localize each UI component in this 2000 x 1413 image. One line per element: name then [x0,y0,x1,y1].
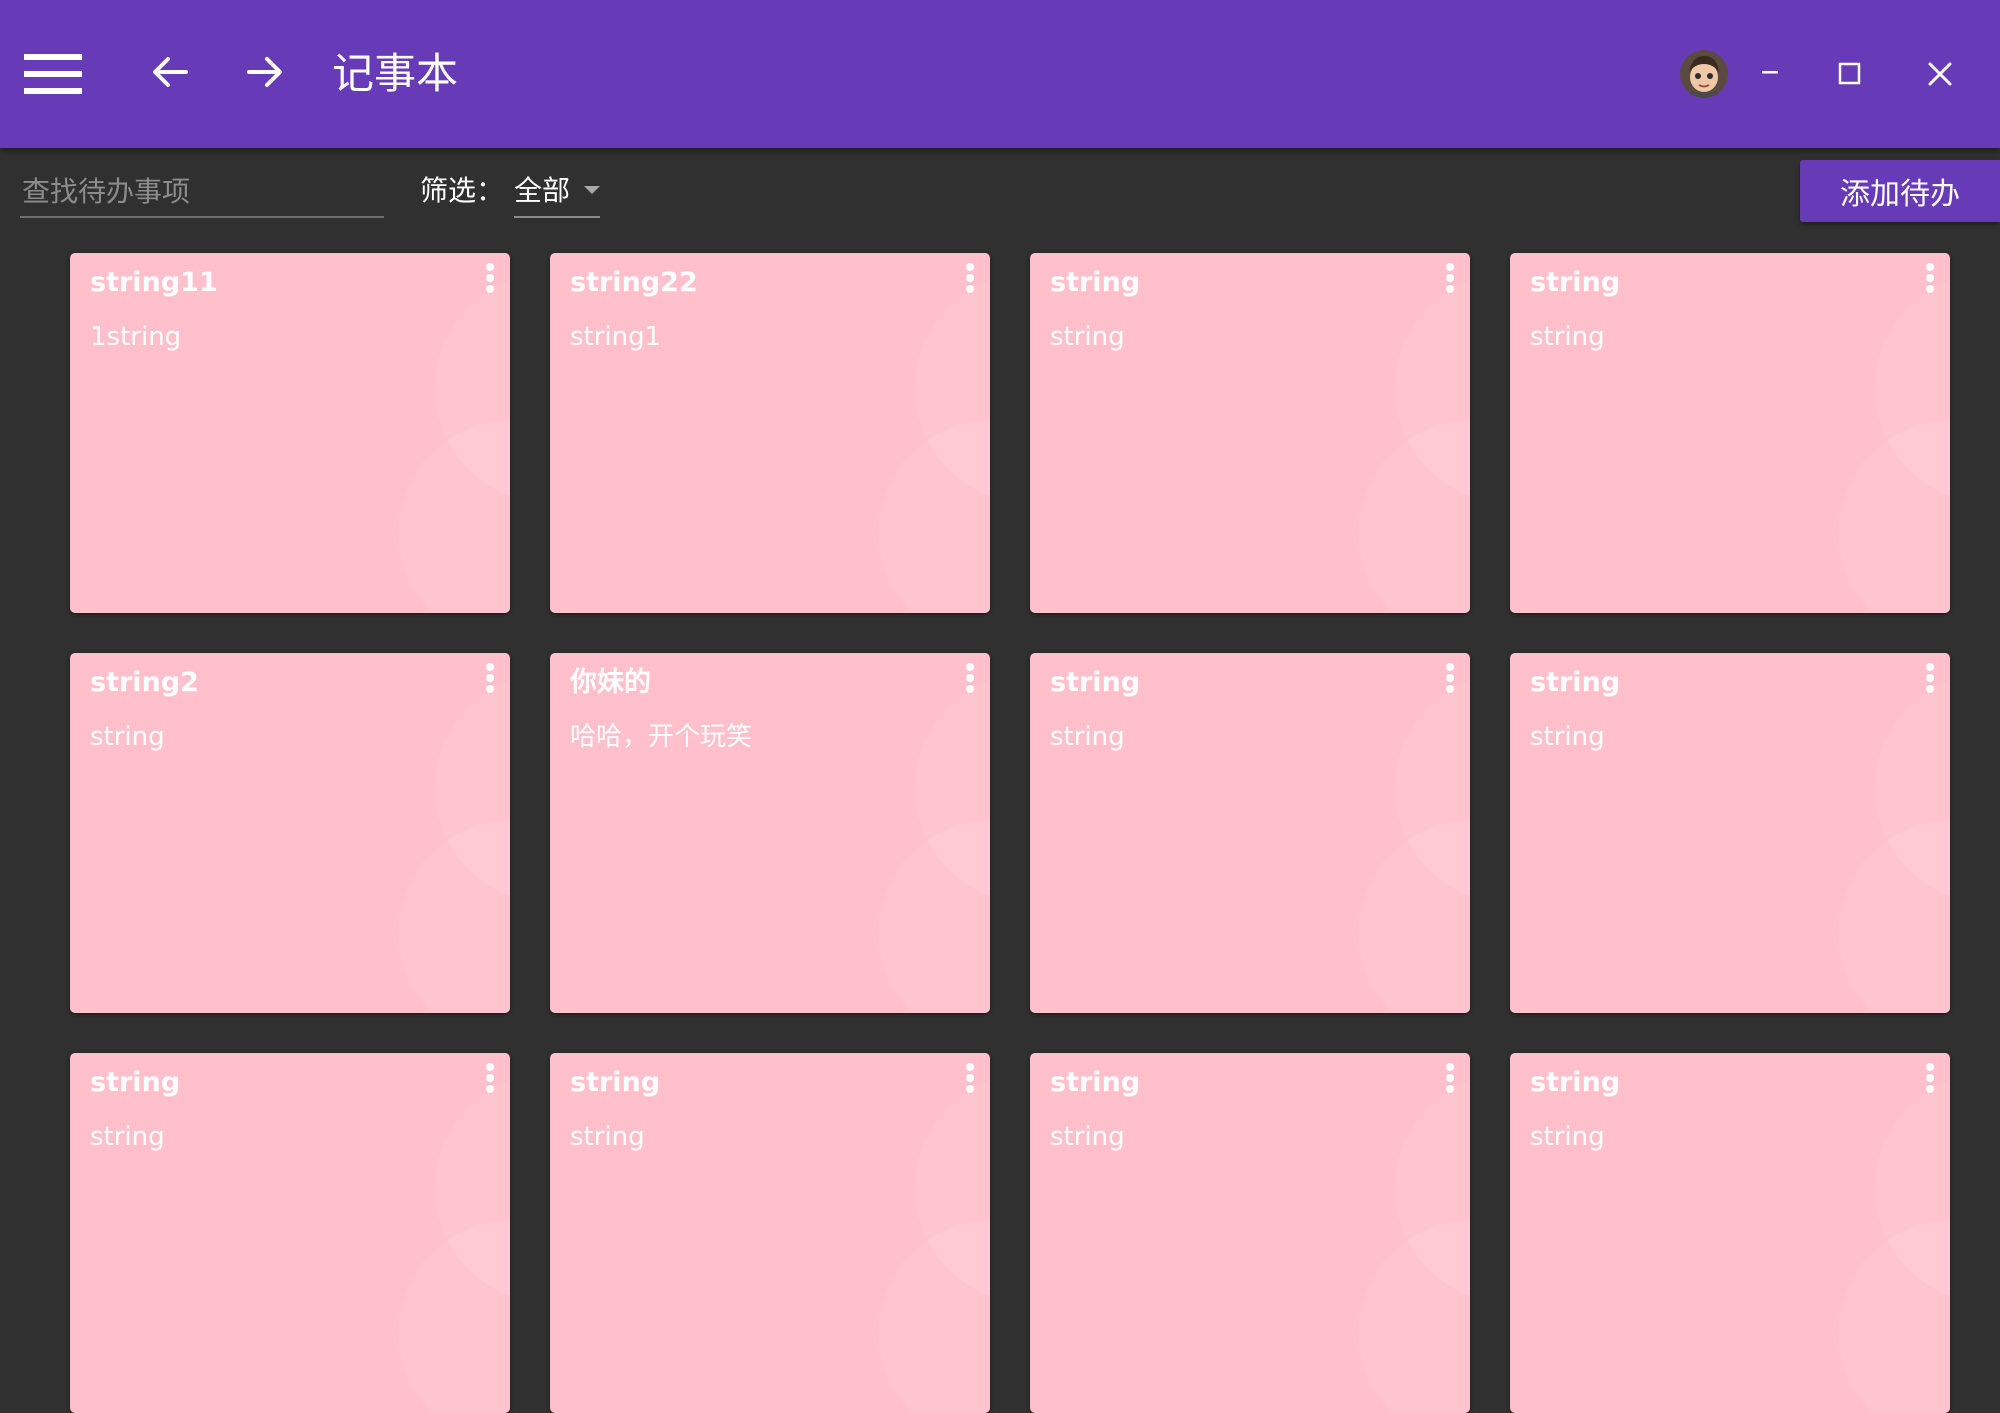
more-vert-icon[interactable] [1430,261,1470,301]
card-decoration [878,1080,990,1413]
todo-grid: string11 1string string22 string1 string stri… [0,0,2000,1413]
card-decoration [398,1080,510,1413]
todo-content: string [90,1122,165,1152]
title-bar: 记事本 [0,0,2000,148]
todo-content: string [1050,1122,1125,1152]
avatar[interactable] [1680,50,1728,98]
card-decoration [398,280,510,613]
more-vert-icon[interactable] [1430,1061,1470,1101]
todo-card[interactable]: string string [550,1053,990,1413]
todo-content: string [90,722,165,752]
card-decoration [398,680,510,1013]
more-vert-icon[interactable] [1430,661,1470,701]
arrow-left-icon[interactable] [150,52,190,92]
todo-card[interactable]: string string [1030,653,1470,1013]
todo-title: string [1530,1067,1621,1098]
todo-content: string [1050,322,1125,352]
more-vert-icon[interactable] [1910,261,1950,301]
todo-content: 1string [90,322,182,352]
todo-content: string [1050,722,1125,752]
more-vert-icon[interactable] [470,261,510,301]
todo-title: string [90,1067,181,1098]
todo-title: string [1050,267,1141,298]
todo-card[interactable]: string string [1030,253,1470,613]
card-decoration [878,680,990,1013]
todo-card[interactable]: string string [1510,253,1950,613]
more-vert-icon[interactable] [1910,661,1950,701]
todo-title: string22 [570,267,698,298]
todo-title: string [1050,1067,1141,1098]
more-vert-icon[interactable] [1910,1061,1950,1101]
todo-title: 你妹的 [570,667,651,698]
todo-title: string [570,1067,661,1098]
more-vert-icon[interactable] [950,661,990,701]
todo-card[interactable]: string22 string1 [550,253,990,613]
todo-card[interactable]: string string [1510,1053,1950,1413]
card-decoration [1358,280,1470,613]
card-decoration [1838,680,1950,1013]
todo-title: string [1530,267,1621,298]
app-title: 记事本 [332,49,459,98]
more-vert-icon[interactable] [950,1061,990,1101]
todo-content: string [1530,722,1605,752]
todo-card[interactable]: 你妹的哈哈，开个玩笑 [550,653,990,1013]
more-vert-icon[interactable] [470,1061,510,1101]
todo-content: string1 [570,322,662,352]
card-decoration [1838,280,1950,613]
todo-content: string [1530,1122,1605,1152]
card-decoration [1358,680,1470,1013]
todo-title: string [1050,667,1141,698]
more-vert-icon[interactable] [950,261,990,301]
todo-title: string11 [90,267,218,298]
more-vert-icon[interactable] [470,661,510,701]
maximize-icon[interactable] [1836,58,1868,90]
todo-card[interactable]: string string [1510,653,1950,1013]
hamburger-menu-icon[interactable] [24,52,82,96]
todo-title: string [1530,667,1621,698]
minimize-icon[interactable] [1754,55,1786,87]
todo-title: string2 [90,667,199,698]
arrow-right-icon[interactable] [245,52,285,92]
todo-card[interactable]: string string [1030,1053,1470,1413]
card-decoration [1838,1080,1950,1413]
card-decoration [878,280,990,613]
todo-card[interactable]: string11 1string [70,253,510,613]
todo-card[interactable]: string2 string [70,653,510,1013]
card-decoration [1358,1080,1470,1413]
todo-content: string [1530,322,1605,352]
todo-card[interactable]: string string [70,1053,510,1413]
todo-content: 哈哈，开个玩笑 [570,722,753,752]
todo-content: string [570,1122,645,1152]
close-icon[interactable] [1922,56,1958,92]
avatar-image [1680,50,1728,98]
